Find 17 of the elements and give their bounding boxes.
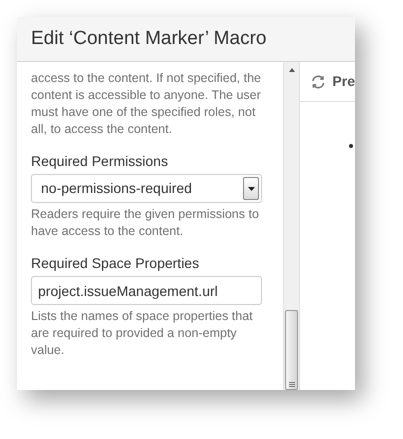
field-label: Required Permissions [31,152,169,170]
bullet-icon [349,144,353,148]
help-text: Readers require the given permissions to have access to the content. [31,206,260,240]
scrollbar[interactable] [283,62,299,390]
caret-icon [248,186,254,190]
dialog-title: Edit ‘Content Marker’ Macro [31,26,266,51]
help-text: Lists the names of space properties that are required to provided a non-empty value. [31,308,254,359]
grip-icon [288,382,294,387]
input-field[interactable]: project.issueManagement.url [31,276,262,305]
permissions-select[interactable]: no-permissions-required [31,174,262,203]
scrollbar-thumb[interactable] [285,310,298,390]
dropdown-button[interactable] [243,177,259,200]
preview-button[interactable]: Pre [332,71,355,92]
scroll-up-icon[interactable] [288,68,294,72]
help-text: access to the content. If not specified, the content is accessible to anyone. The user must have one of the specified roles, not all, to access the content. [31,70,262,138]
field-label: Required Space Properties [31,254,200,272]
refresh-icon [311,74,326,88]
